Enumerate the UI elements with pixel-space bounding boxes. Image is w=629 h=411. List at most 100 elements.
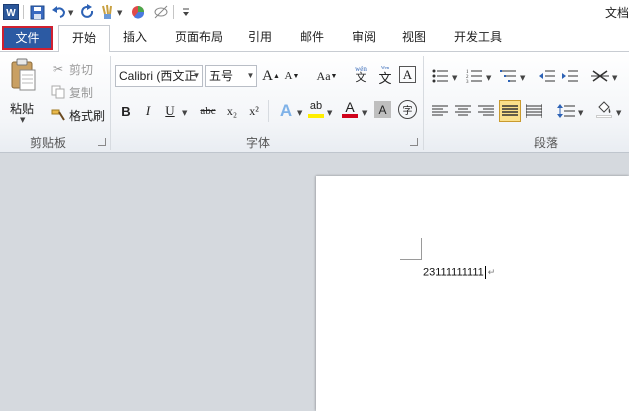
font-color-bar	[342, 113, 358, 118]
justify-icon	[502, 105, 518, 116]
format-painter-button[interactable]: 格式刷	[50, 106, 105, 124]
increase-indent-icon	[562, 70, 578, 82]
highlight-button[interactable]: ab	[306, 99, 326, 119]
distributed-icon	[526, 104, 542, 118]
copy-button[interactable]: 复制	[50, 83, 93, 101]
font-color-button[interactable]: A	[340, 99, 360, 119]
paste-button[interactable]: 粘贴 ▼	[8, 56, 38, 128]
group-separator-2	[423, 56, 424, 150]
align-left-button[interactable]	[430, 101, 450, 121]
change-case-button[interactable]: Aa ▼	[314, 66, 340, 86]
superscript-button[interactable]: x²	[244, 101, 264, 121]
numbering-dropdown-icon[interactable]: ▼	[486, 74, 491, 82]
shrink-font-button[interactable]: A ▼	[282, 66, 302, 86]
clipboard-launcher-icon[interactable]	[98, 138, 106, 146]
justify-button[interactable]	[499, 100, 521, 122]
grow-font-button[interactable]: A ▲	[261, 66, 281, 86]
no-style-icon[interactable]	[152, 3, 170, 21]
multilevel-list-button[interactable]	[498, 66, 518, 86]
cut-button[interactable]: ✂ 剪切	[50, 60, 93, 78]
word-logo-icon[interactable]: W	[2, 3, 20, 21]
enclose-characters-button[interactable]: 字	[398, 100, 417, 119]
align-right-icon	[478, 105, 494, 116]
font-group-label: 字体	[245, 136, 270, 150]
paint-bucket-icon	[598, 100, 611, 113]
highlight-dropdown-icon[interactable]: ▼	[327, 109, 332, 117]
bold-button[interactable]: B	[116, 101, 136, 121]
font-name-value: Calibri (西文正	[119, 69, 197, 83]
undo-icon[interactable]	[50, 3, 68, 21]
text-effects-button[interactable]: A	[276, 101, 296, 121]
document-body-text[interactable]: 23111111111 ↵	[423, 266, 495, 279]
decrease-indent-button[interactable]	[537, 66, 557, 86]
text-effects-label: A	[279, 101, 293, 120]
bullets-icon	[432, 69, 448, 83]
tab-developer[interactable]: 开发工具	[446, 24, 510, 51]
shading-dropdown-icon[interactable]: ▼	[616, 109, 621, 117]
increase-indent-button[interactable]	[560, 66, 580, 86]
font-launcher-icon[interactable]	[410, 138, 418, 146]
shading-button[interactable]	[594, 99, 614, 119]
align-left-icon	[432, 105, 448, 116]
margin-corner-mark	[400, 238, 422, 260]
group-separator	[110, 56, 111, 150]
italic-button[interactable]: I	[138, 101, 158, 121]
line-spacing-button[interactable]	[556, 101, 576, 121]
numbering-button[interactable]: 123	[464, 66, 484, 86]
distributed-button[interactable]	[524, 101, 544, 121]
line-spacing-dropdown-icon[interactable]: ▼	[578, 109, 583, 117]
redo-icon[interactable]	[79, 3, 97, 21]
scissors-icon: ✂	[52, 62, 64, 76]
font-name-combo[interactable]: Calibri (西文正 ▼	[115, 65, 203, 87]
pinyin-guide-button[interactable]: wén 文	[351, 64, 371, 84]
phonetic-guide-button[interactable]: ᵂᵉⁿ 文	[375, 64, 395, 85]
strikethrough-label: abc	[200, 105, 216, 117]
character-shading-button[interactable]: A	[374, 101, 391, 118]
paragraph-mark-icon: ↵	[487, 267, 496, 278]
tab-references[interactable]: 引用	[240, 24, 280, 51]
chinese-layout-dropdown-icon[interactable]: ▼	[612, 74, 617, 82]
underline-button[interactable]: U	[160, 101, 180, 121]
font-color-dropdown-icon[interactable]: ▼	[362, 109, 367, 117]
chinese-layout-icon	[591, 70, 609, 82]
italic-label: I	[145, 103, 151, 118]
bullets-dropdown-icon[interactable]: ▼	[452, 74, 457, 82]
tab-mailings[interactable]: 邮件	[292, 24, 332, 51]
color-wheel-icon[interactable]	[129, 3, 147, 21]
painter-dropdown-icon[interactable]: ▼	[117, 9, 122, 17]
undo-dropdown-icon[interactable]: ▼	[68, 9, 73, 17]
font-inner-separator	[268, 100, 269, 122]
paintbrush-icon	[50, 107, 66, 123]
svg-text:3: 3	[466, 80, 469, 83]
character-border-button[interactable]: A	[399, 66, 416, 83]
align-center-button[interactable]	[453, 101, 473, 121]
tab-file[interactable]: 文件	[2, 26, 53, 50]
enclose-characters-label: 字	[402, 106, 413, 117]
title-bar: W ▼ ▼ 文档	[0, 0, 629, 24]
bullets-button[interactable]	[430, 66, 450, 86]
align-right-button[interactable]	[476, 101, 496, 121]
tab-review[interactable]: 审阅	[344, 24, 384, 51]
font-size-combo[interactable]: 五号 ▼	[205, 65, 257, 87]
tab-page-layout[interactable]: 页面布局	[168, 24, 230, 51]
tab-home[interactable]: 开始	[58, 25, 110, 52]
font-size-value: 五号	[209, 69, 234, 83]
tab-view[interactable]: 视图	[394, 24, 434, 51]
svg-text:W: W	[6, 8, 16, 19]
font-name-dropdown-icon[interactable]: ▼	[191, 66, 202, 86]
customize-qat-icon[interactable]	[177, 3, 195, 21]
multilevel-dropdown-icon[interactable]: ▼	[520, 74, 525, 82]
save-icon[interactable]	[28, 3, 46, 21]
document-page[interactable]: 23111111111 ↵	[316, 176, 629, 411]
font-size-dropdown-icon[interactable]: ▼	[245, 66, 256, 86]
cut-label: 剪切	[69, 62, 94, 77]
format-painter-icon[interactable]	[99, 3, 117, 21]
text-effects-dropdown-icon[interactable]: ▼	[297, 109, 302, 117]
chinese-layout-button[interactable]	[590, 66, 610, 86]
grow-font-label: A	[262, 67, 273, 84]
strikethrough-button[interactable]: abc	[196, 101, 220, 121]
tab-insert[interactable]: 插入	[115, 24, 155, 51]
paragraph-group-label: 段落	[533, 136, 558, 150]
subscript-button[interactable]: x₂	[222, 101, 242, 121]
underline-dropdown-icon[interactable]: ▼	[182, 109, 187, 117]
